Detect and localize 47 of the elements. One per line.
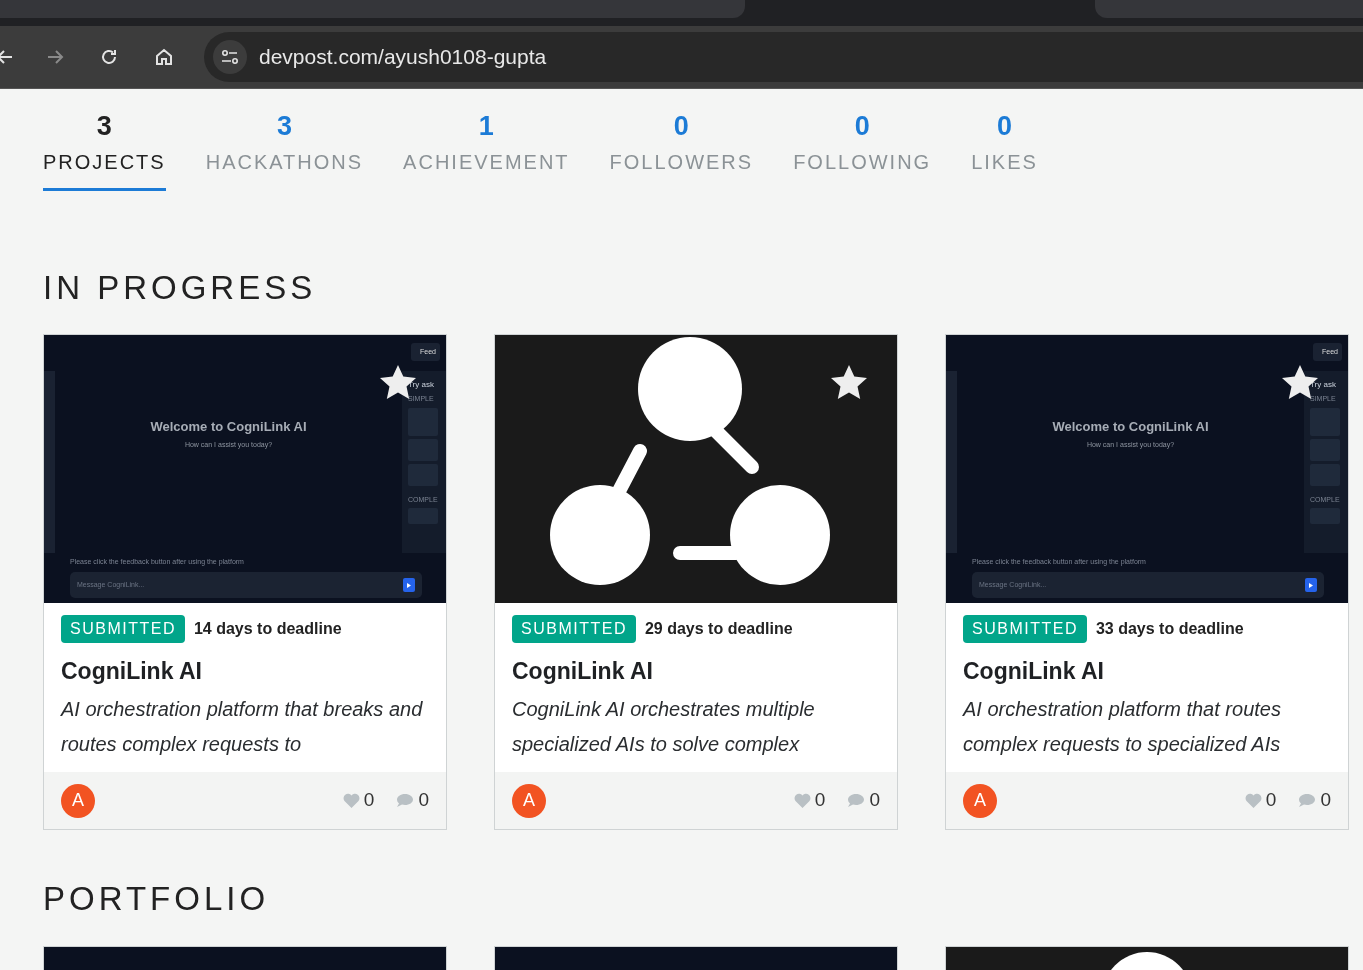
project-description: AI orchestration platform that breaks and routes complex requests to [61, 697, 424, 757]
project-card[interactable]: SUBMITTED 29 days to deadline CogniLink AI CogniLink AI orchestrates multiple specialized AIs to solve complex A 0 0 [494, 334, 898, 830]
like-count: 0 [363, 788, 375, 813]
site-settings-icon[interactable] [213, 40, 247, 74]
status-badge: SUBMITTED [512, 615, 636, 643]
project-description: AI orchestration platform that routes complex requests to specialized AIs [963, 697, 1282, 757]
project-title: CogniLink AI [963, 657, 1105, 686]
project-title: CogniLink AI [61, 657, 203, 686]
avatar: A [963, 783, 997, 818]
comment-count: 0 [1320, 788, 1331, 813]
deadline-text: 33 days to deadline [1095, 619, 1244, 639]
stat-tab[interactable]: 0 FOLLOWERS [609, 111, 754, 191]
forward-icon[interactable] [46, 48, 64, 66]
stat-tab[interactable]: 0 LIKES [971, 111, 1038, 191]
like-count: 0 [814, 788, 826, 813]
stat-tab[interactable]: 3 HACKATHONS [205, 111, 364, 191]
project-title: CogniLink AI [512, 657, 654, 686]
send-icon [1309, 582, 1313, 588]
stat-tab[interactable]: 0 FOLLOWING [793, 111, 932, 191]
avatar: A [61, 783, 95, 818]
project-card[interactable] [945, 334, 1349, 830]
project-card[interactable] [43, 334, 447, 830]
panel-title: Try ask [408, 379, 435, 391]
like-count: 0 [1265, 788, 1277, 813]
address-bar[interactable]: devpost.com/ayush0108-gupta [204, 32, 1363, 82]
status-badge: SUBMITTED [963, 615, 1087, 643]
stat-tab[interactable]: 3 PROJECTS [43, 111, 166, 191]
welcome-heading: Welcome to CogniLink AI [150, 418, 307, 436]
section-heading: PORTFOLIO [43, 879, 271, 919]
send-icon [407, 582, 411, 588]
send-button[interactable] [403, 578, 415, 592]
status-badge: SUBMITTED [61, 615, 185, 643]
section-heading: IN PROGRESS [43, 268, 318, 308]
url-text: devpost.com/ayush0108-gupta [259, 44, 547, 71]
deadline-text: 14 days to deadline [193, 619, 342, 639]
back-icon[interactable] [0, 48, 14, 66]
home-icon[interactable] [154, 47, 174, 67]
panel-title: Try ask [1310, 379, 1337, 391]
welcome-heading: Welcome to CogniLink AI [1052, 418, 1209, 436]
project-description: CogniLink AI orchestrates multiple specialized AIs to solve complex [512, 697, 816, 757]
stat-tab[interactable]: 1 ACHIEVEMENT [403, 111, 570, 191]
deadline-text: 29 days to deadline [644, 619, 793, 639]
comment-count: 0 [418, 788, 429, 813]
avatar: A [512, 783, 546, 818]
comment-count: 0 [869, 788, 880, 813]
reload-icon[interactable] [100, 48, 118, 66]
send-button[interactable] [1305, 578, 1317, 592]
